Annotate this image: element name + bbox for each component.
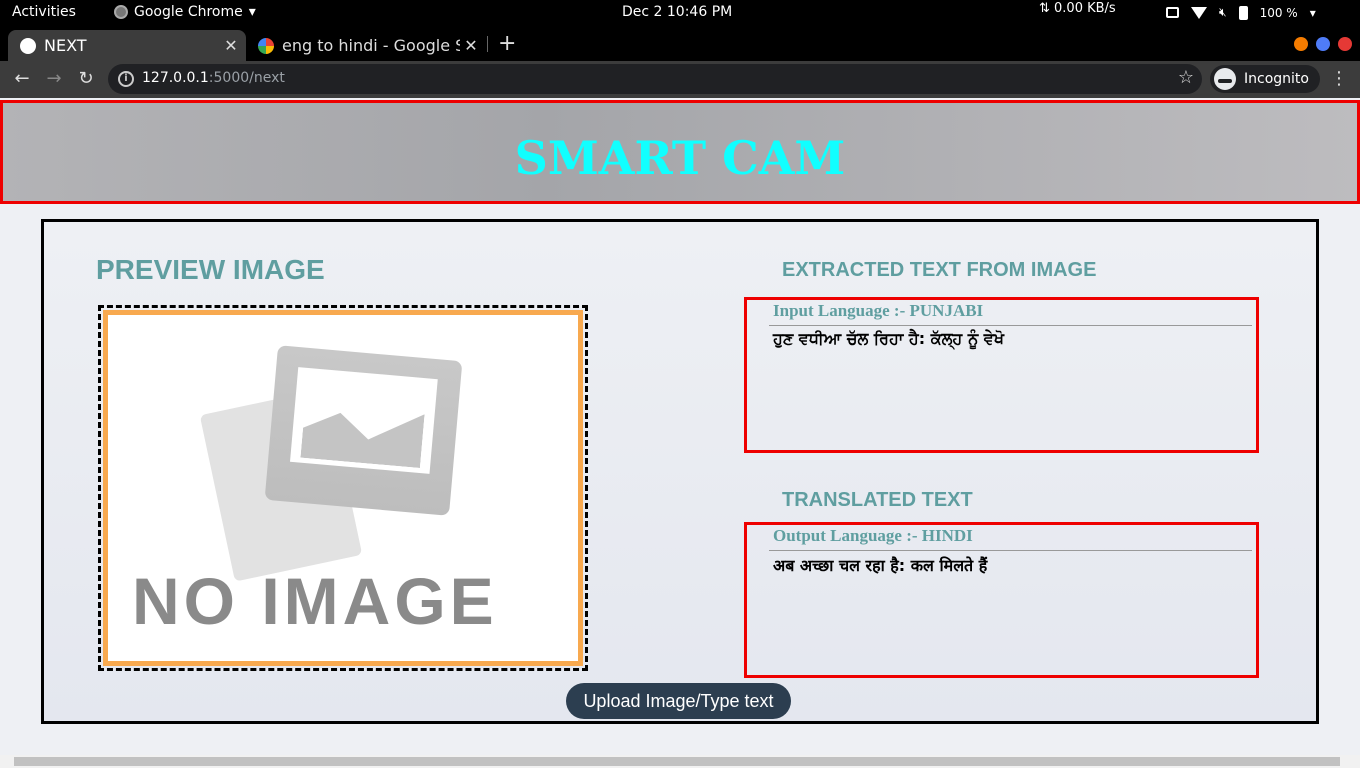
- incognito-badge[interactable]: Incognito: [1210, 65, 1320, 93]
- url-text[interactable]: 127.0.0.1:5000/next: [142, 70, 285, 86]
- no-image-text: NO IMAGE: [132, 564, 498, 638]
- minimize-button[interactable]: [1294, 37, 1308, 51]
- placeholder-photo-icon: [264, 345, 463, 516]
- tab-google-search[interactable]: eng to hindi - Google S ✕: [250, 30, 486, 61]
- battery-level: 100 %: [1259, 5, 1298, 20]
- input-language-label: Input Language :- PUNJABI: [773, 301, 984, 320]
- globe-icon: [20, 37, 36, 54]
- translated-text-box[interactable]: Output Language :- HINDI अब अच्छा चल रहा…: [744, 522, 1259, 678]
- page-body: SMART CAM PREVIEW IMAGE NO IMAGE EXTRACT…: [0, 98, 1360, 755]
- extracted-title: EXTRACTED TEXT FROM IMAGE: [782, 259, 1097, 281]
- activities-button[interactable]: Activities: [12, 4, 76, 20]
- extracted-text-box[interactable]: Input Language :- PUNJABI ਹੁਣ ਵਧੀਆ ਚੱਲ ਰ…: [744, 297, 1259, 453]
- tab-title: eng to hindi - Google S: [282, 36, 460, 55]
- main-card: PREVIEW IMAGE NO IMAGE EXTRACTED TEXT FR…: [41, 219, 1319, 724]
- new-tab-button[interactable]: +: [498, 31, 516, 56]
- chevron-down-icon: ▾: [248, 4, 256, 20]
- incognito-label: Incognito: [1244, 71, 1309, 87]
- browser-toolbar: ← → ↻ i 127.0.0.1:5000/next ☆ Incognito …: [0, 61, 1360, 98]
- reload-icon[interactable]: ↻: [74, 67, 98, 91]
- menu-dots-icon[interactable]: ⋮: [1330, 68, 1348, 89]
- system-top-bar: Activities Google Chrome ▾ Dec 2 10:46 P…: [0, 0, 1360, 27]
- address-bar[interactable]: i 127.0.0.1:5000/next ☆: [108, 64, 1202, 94]
- preview-frame: NO IMAGE: [98, 305, 588, 671]
- tab-strip: NEXT ✕ eng to hindi - Google S ✕: [0, 27, 1360, 61]
- close-window-button[interactable]: [1338, 37, 1352, 51]
- volume-muted-icon: 🔇︎: [1219, 5, 1227, 19]
- preview-title: PREVIEW IMAGE: [96, 254, 325, 285]
- chevron-down-icon: ▾: [1309, 5, 1316, 20]
- preview-image: NO IMAGE: [103, 310, 583, 666]
- close-icon[interactable]: ✕: [460, 36, 482, 55]
- google-icon: [258, 37, 274, 54]
- close-icon[interactable]: ✕: [220, 36, 242, 55]
- output-language-label: Output Language :- HINDI: [773, 526, 973, 545]
- system-tray[interactable]: 🔇︎ 100 % ▾: [1166, 5, 1316, 20]
- divider: [769, 550, 1252, 551]
- incognito-icon: [1214, 68, 1236, 90]
- tab-separator: [487, 36, 488, 52]
- chrome-icon: [114, 5, 128, 19]
- divider: [769, 325, 1252, 326]
- horizontal-scrollbar[interactable]: [0, 755, 1360, 768]
- network-speed: ⇅ 0.00 KB/s: [1039, 1, 1116, 16]
- maximize-button[interactable]: [1316, 37, 1330, 51]
- app-menu[interactable]: Google Chrome ▾: [114, 4, 256, 20]
- screen-icon: [1166, 7, 1179, 18]
- translated-text: अब अच्छा चल रहा है: कल मिलते हैं: [773, 556, 988, 575]
- tab-title: NEXT: [44, 36, 87, 55]
- scrollbar-thumb[interactable]: [14, 757, 1340, 766]
- wifi-icon: [1191, 6, 1207, 19]
- app-title: SMART CAM: [514, 131, 846, 185]
- app-header: SMART CAM: [0, 100, 1360, 204]
- back-icon[interactable]: ←: [10, 67, 34, 91]
- tab-next[interactable]: NEXT ✕: [8, 30, 246, 61]
- clock[interactable]: Dec 2 10:46 PM: [622, 4, 732, 20]
- app-name: Google Chrome: [134, 4, 243, 20]
- upload-button[interactable]: Upload Image/Type text: [566, 683, 791, 719]
- info-icon[interactable]: i: [118, 71, 134, 87]
- extracted-text: ਹੁਣ ਵਧੀਆ ਚੱਲ ਰਿਹਾ ਹੈ: ਕੱਲ੍ਹ ਨੂੰ ਵੇਖੋ: [773, 329, 1004, 348]
- bookmark-star-icon[interactable]: ☆: [1178, 67, 1194, 88]
- battery-icon: [1238, 5, 1248, 20]
- forward-icon[interactable]: →: [42, 67, 66, 91]
- translated-title: TRANSLATED TEXT: [782, 489, 973, 511]
